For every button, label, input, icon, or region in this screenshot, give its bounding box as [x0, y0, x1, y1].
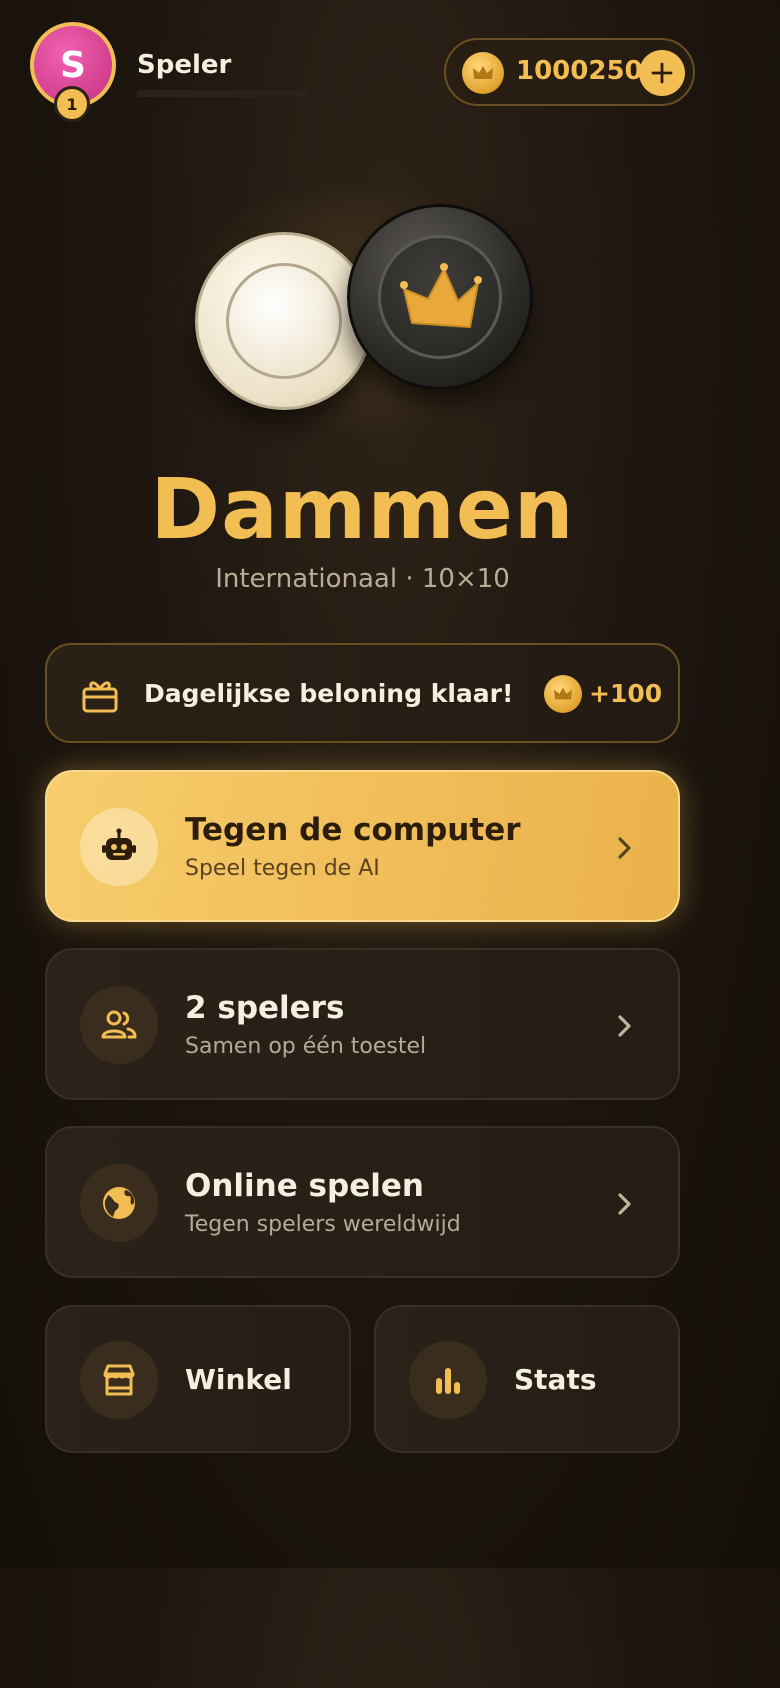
game-title: Dammen — [150, 460, 575, 558]
shop-label: Winkel — [185, 1363, 292, 1396]
shop-button[interactable]: Winkel — [45, 1305, 351, 1453]
black-king-piece — [347, 204, 533, 390]
crown-coin-icon — [544, 675, 582, 713]
robot-icon — [102, 828, 136, 860]
menu-subtitle: Samen op één toestel — [185, 1034, 427, 1059]
avatar-letter: S — [60, 44, 86, 86]
game-subtitle: Internationaal · 10×10 — [215, 564, 510, 594]
menu-icon-container — [80, 986, 158, 1064]
plus-icon — [651, 62, 673, 84]
chevron-right-icon — [618, 1015, 631, 1037]
menu-title: 2 spelers — [185, 990, 345, 1026]
menu-title: Tegen de computer — [185, 812, 521, 848]
stats-button[interactable]: Stats — [374, 1305, 680, 1453]
xp-progress-bar — [137, 90, 307, 97]
crown-icon — [400, 263, 482, 328]
play-vs-computer-button[interactable]: Tegen de computer Speel tegen de AI — [45, 770, 680, 922]
bar-chart-icon — [436, 1368, 460, 1394]
menu-icon-container — [80, 1341, 158, 1419]
add-coins-button[interactable] — [639, 50, 685, 96]
chevron-right-icon — [618, 837, 631, 859]
menu-title: Online spelen — [185, 1168, 424, 1204]
level-badge: 1 — [54, 86, 90, 122]
daily-reward-banner[interactable]: Dagelijkse beloning klaar! +100 — [45, 643, 680, 743]
coin-amount: 1000250 — [516, 56, 643, 86]
coin-balance: 1000250 — [444, 38, 695, 106]
white-checker-piece — [195, 232, 373, 410]
globe-icon — [103, 1187, 135, 1219]
users-icon — [101, 1010, 137, 1039]
chevron-right-icon — [618, 1193, 631, 1215]
menu-icon-container — [80, 1164, 158, 1242]
daily-reward-label: Dagelijkse beloning klaar! — [144, 679, 514, 708]
stats-label: Stats — [514, 1363, 597, 1396]
daily-reward-amount: +100 — [589, 679, 663, 708]
two-players-button[interactable]: 2 spelers Samen op één toestel — [45, 948, 680, 1100]
online-play-button[interactable]: Online spelen Tegen spelers wereldwijd — [45, 1126, 680, 1278]
player-name: Speler — [137, 50, 232, 80]
menu-icon-container — [409, 1341, 487, 1419]
menu-subtitle: Tegen spelers wereldwijd — [185, 1212, 461, 1237]
menu-subtitle: Speel tegen de AI — [185, 856, 380, 881]
crown-coin-icon — [462, 52, 504, 94]
gift-icon — [82, 681, 118, 713]
menu-icon-container — [80, 808, 158, 886]
store-icon — [103, 1364, 135, 1396]
